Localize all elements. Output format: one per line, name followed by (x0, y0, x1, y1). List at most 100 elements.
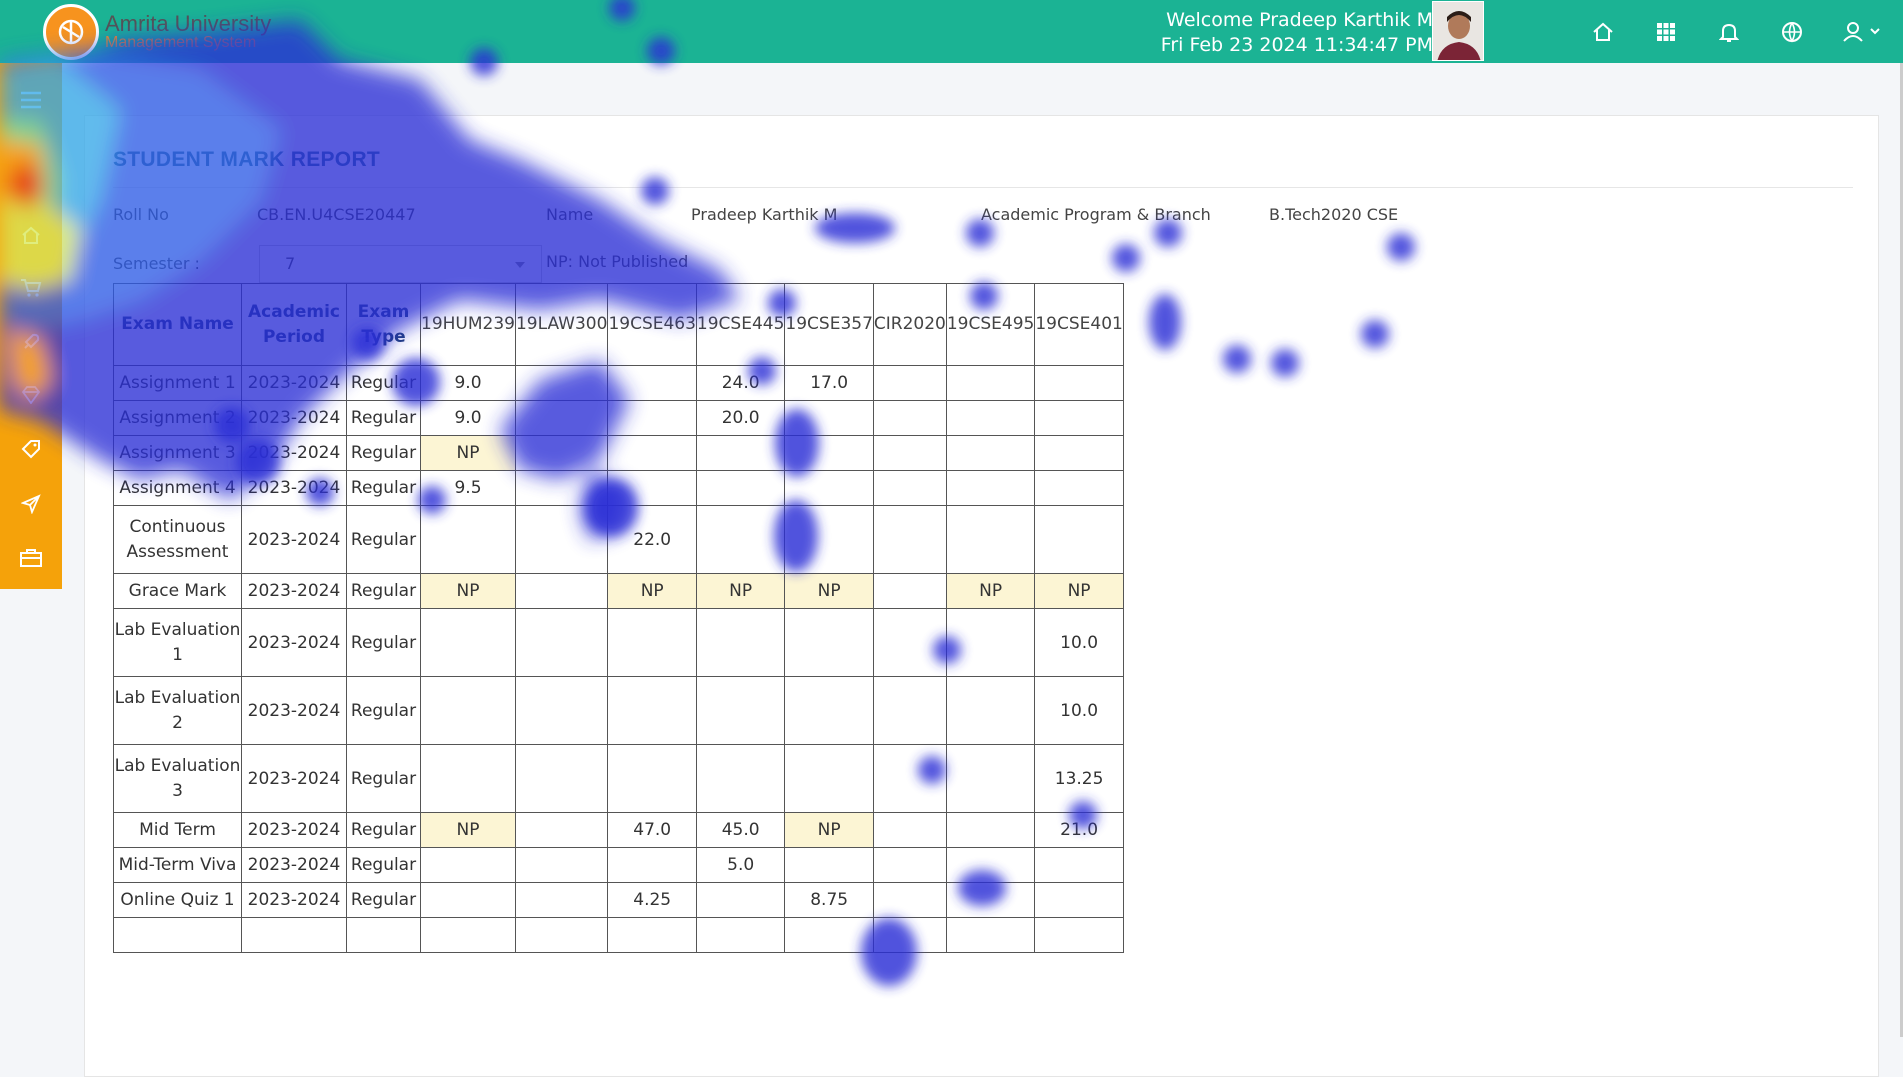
mark-cell (784, 917, 874, 953)
diamond-icon[interactable] (0, 375, 62, 415)
exam-name-cell: Lab Evaluation 3 (113, 744, 242, 813)
mark-cell (1034, 435, 1124, 471)
exam-type-cell: Regular (346, 573, 421, 609)
mark-cell (420, 847, 516, 883)
home-icon[interactable] (1590, 19, 1616, 45)
mark-cell: NP (784, 573, 874, 609)
mark-cell (420, 676, 516, 745)
app-logo[interactable]: Amrita University Management System (43, 0, 271, 63)
table-row: Lab Evaluation 2 2023-2024 Regular 10.0 (113, 676, 1124, 745)
tag-icon[interactable] (0, 429, 62, 469)
semester-value: 7 (285, 254, 296, 273)
col-header-course: 19CSE495 (945, 283, 1036, 366)
marks-table: Exam Name Academic Period Exam Type 19HU… (113, 283, 1124, 953)
table-row (113, 917, 1124, 953)
mark-cell: 20.0 (695, 400, 786, 436)
mark-cell (945, 676, 1036, 745)
exam-name-cell: Lab Evaluation 2 (113, 676, 242, 745)
table-row: Online Quiz 1 2023-2024 Regular 4.25 8.75 (113, 882, 1124, 918)
mark-cell (695, 744, 786, 813)
mark-cell (695, 608, 786, 677)
exam-name-cell: Mid-Term Viva (113, 847, 242, 883)
roll-no-value: CB.EN.U4CSE20447 (257, 205, 416, 224)
current-datetime: Fri Feb 23 2024 11:34:47 PM (1160, 34, 1433, 56)
table-row: Assignment 4 2023-2024 Regular 9.5 (113, 470, 1124, 506)
exam-name-cell: Continuous Assessment (113, 505, 242, 574)
mark-cell (784, 847, 874, 883)
home-icon[interactable] (0, 215, 62, 255)
top-bar: Amrita University Management System Welc… (0, 0, 1903, 63)
academic-period-cell: 2023-2024 (241, 573, 347, 609)
mark-cell (945, 608, 1036, 677)
program-value: B.Tech2020 CSE (1269, 205, 1399, 224)
table-header-row: Exam Name Academic Period Exam Type 19HU… (113, 283, 1124, 366)
briefcase-icon[interactable] (0, 538, 62, 578)
avatar[interactable] (1432, 1, 1484, 61)
mark-cell: NP (420, 573, 516, 609)
exam-name-cell: Assignment 4 (113, 470, 242, 506)
mark-cell (784, 400, 874, 436)
exam-name-cell: Assignment 1 (113, 365, 242, 401)
exam-name-cell: Assignment 3 (113, 435, 242, 471)
mark-cell (514, 365, 609, 401)
mark-cell: 10.0 (1034, 608, 1124, 677)
table-row: Grace Mark 2023-2024 Regular NP NP NP NP NP NP (113, 573, 1124, 609)
mark-cell: 9.5 (420, 470, 516, 506)
mark-cell: 13.25 (1034, 744, 1124, 813)
mark-cell (784, 505, 874, 574)
page-title: STUDENT MARK REPORT (113, 148, 381, 171)
mark-cell (607, 400, 697, 436)
send-icon[interactable] (0, 484, 62, 524)
mark-cell: NP (784, 812, 874, 848)
mark-cell (872, 744, 947, 813)
mark-cell (420, 608, 516, 677)
cart-icon[interactable] (0, 268, 62, 308)
mark-cell: NP (945, 573, 1036, 609)
university-emblem-icon (43, 3, 99, 60)
academic-period-cell: 2023-2024 (241, 505, 347, 574)
bell-icon[interactable] (1716, 19, 1742, 45)
academic-period-cell: 2023-2024 (241, 470, 347, 506)
menu-icon[interactable] (0, 80, 62, 120)
mark-cell (514, 470, 609, 506)
mark-cell (607, 435, 697, 471)
mark-cell: 5.0 (695, 847, 786, 883)
table-row: Assignment 2 2023-2024 Regular 9.0 20.0 (113, 400, 1124, 436)
mark-cell (872, 676, 947, 745)
roll-no-label: Roll No (113, 205, 169, 224)
mark-cell: NP (695, 573, 786, 609)
mark-cell (420, 882, 516, 918)
mark-cell (514, 847, 609, 883)
chevron-down-icon (515, 262, 525, 268)
table-row: Lab Evaluation 3 2023-2024 Regular 13.25 (113, 744, 1124, 813)
exam-name-cell (113, 917, 242, 953)
exam-type-cell: Regular (346, 744, 421, 813)
rocket-icon[interactable] (0, 322, 62, 362)
mark-cell: 4.25 (607, 882, 697, 918)
mark-cell (872, 812, 947, 848)
semester-select[interactable]: 7 (259, 245, 542, 283)
exam-type-cell: Regular (346, 400, 421, 436)
exam-type-cell: Regular (346, 608, 421, 677)
globe-icon[interactable] (1779, 19, 1805, 45)
logo-subtitle: Management System (105, 33, 257, 51)
mark-cell (945, 744, 1036, 813)
mark-cell (1034, 365, 1124, 401)
mark-cell (607, 676, 697, 745)
exam-name-cell: Mid Term (113, 812, 242, 848)
mark-cell (607, 608, 697, 677)
mark-cell: 9.0 (420, 365, 516, 401)
mark-cell (784, 744, 874, 813)
mark-cell (872, 400, 947, 436)
apps-grid-icon[interactable] (1653, 19, 1679, 45)
exam-type-cell: Regular (346, 847, 421, 883)
mark-cell (872, 847, 947, 883)
user-menu-icon[interactable] (1842, 19, 1888, 45)
mark-cell (514, 917, 609, 953)
table-row: Assignment 3 2023-2024 Regular NP (113, 435, 1124, 471)
program-label: Academic Program & Branch (981, 205, 1211, 224)
col-header-course: 19CSE463 (607, 283, 697, 366)
welcome-text: Welcome Pradeep Karthik M (1166, 9, 1433, 31)
exam-type-cell: Regular (346, 435, 421, 471)
col-header-course: 19LAW300 (514, 283, 609, 366)
